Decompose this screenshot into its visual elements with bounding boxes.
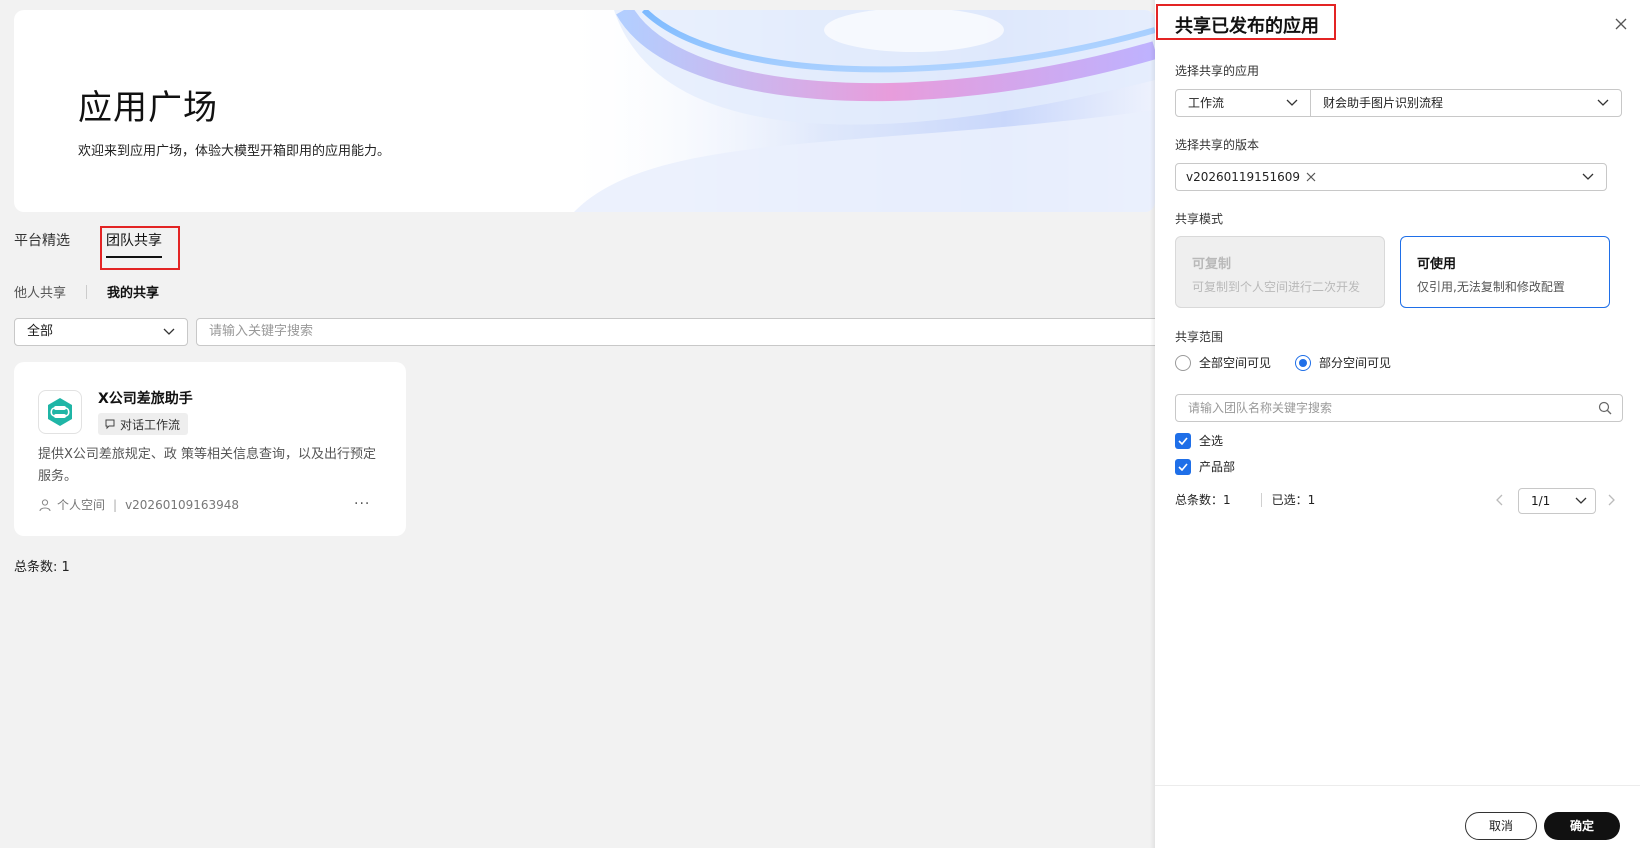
search-input[interactable]: 请输入关键字搜索 <box>196 318 1166 346</box>
app-version: v20260109163948 <box>125 497 240 512</box>
user-icon <box>39 498 51 511</box>
chevron-right-icon[interactable] <box>1606 494 1616 506</box>
app-type-select[interactable]: 工作流 <box>1175 89 1311 117</box>
radio-circle-checked <box>1295 354 1312 371</box>
search-icon[interactable] <box>1598 401 1612 415</box>
tab-platform-picks[interactable]: 平台精选 <box>14 230 70 258</box>
app-name: X公司差旅助手 <box>98 391 193 407</box>
mode-usable-title: 可使用 <box>1417 257 1457 272</box>
team-label-product: 产品部 <box>1199 460 1236 474</box>
sub-tabs: 他人共享 我的共享 <box>14 282 159 301</box>
chevron-down-icon <box>1286 99 1298 106</box>
more-options-button[interactable]: ... <box>354 492 370 508</box>
remove-chip-icon[interactable] <box>1306 172 1316 182</box>
mode-usable-option[interactable]: 可使用 仅引用,无法复制和修改配置 <box>1400 236 1610 308</box>
share-scope-label: 共享范围 <box>1175 330 1224 344</box>
radio-circle <box>1175 354 1191 371</box>
workflow-logo-icon <box>48 398 72 426</box>
version-chip: v20260119151609 <box>1186 164 1316 190</box>
highlight-box-title <box>1156 4 1336 40</box>
total-count-label: 总条数：1 <box>1175 493 1231 507</box>
team-search-placeholder: 请输入团队名称关键字搜索 <box>1188 401 1333 415</box>
selected-count-label: 已选：1 <box>1271 493 1316 507</box>
pagination-summary: 总条数：1 已选：1 <box>1175 491 1315 508</box>
app-square-page: 应用广场 欢迎来到应用广场，体验大模型开箱即用的应用能力。 平台精选 团队共享 … <box>0 0 1166 848</box>
select-all-label: 全选 <box>1199 434 1224 448</box>
cancel-button[interactable]: 取消 <box>1465 812 1537 840</box>
chevron-down-icon <box>163 328 175 335</box>
mode-copyable-option[interactable]: 可复制 可复制到个人空间进行二次开发 <box>1175 236 1385 308</box>
highlight-box-tab <box>100 226 180 270</box>
share-drawer: 共享已发布的应用 选择共享的应用 工作流 财会助手图片识别流程 选择共享的版本 … <box>1155 0 1640 848</box>
scope-partial-label: 部分空间可见 <box>1319 356 1392 370</box>
app-type-value: 工作流 <box>1188 96 1225 110</box>
confirm-button[interactable]: 确定 <box>1544 812 1620 840</box>
check-icon <box>1178 436 1188 445</box>
share-mode-label: 共享模式 <box>1175 212 1224 226</box>
scope-all-label: 全部空间可见 <box>1199 356 1272 370</box>
mode-copyable-title: 可复制 <box>1192 257 1232 272</box>
chevron-down-icon <box>1582 173 1594 180</box>
chevron-left-icon[interactable] <box>1495 494 1505 506</box>
select-all-checkbox[interactable]: 全选 <box>1175 432 1223 449</box>
hero-banner: 应用广场 欢迎来到应用广场，体验大模型开箱即用的应用能力。 <box>14 10 1155 212</box>
subtab-divider <box>86 284 88 299</box>
scope-all-radio[interactable]: 全部空间可见 <box>1175 354 1271 371</box>
page-title: 应用广场 <box>78 88 218 128</box>
app-name-select[interactable]: 财会助手图片识别流程 <box>1310 89 1622 117</box>
page-select-value: 1/1 <box>1531 494 1551 508</box>
footer-divider <box>1155 785 1640 786</box>
checkbox-checked <box>1175 432 1191 449</box>
app-name-value: 财会助手图片识别流程 <box>1323 96 1444 110</box>
chat-icon <box>105 419 115 430</box>
scope-partial-radio[interactable]: 部分空间可见 <box>1295 354 1391 371</box>
page-subtitle: 欢迎来到应用广场，体验大模型开箱即用的应用能力。 <box>78 144 391 159</box>
app-select-label: 选择共享的应用 <box>1175 64 1260 78</box>
mode-copyable-desc: 可复制到个人空间进行二次开发 <box>1192 280 1361 294</box>
check-icon <box>1178 462 1188 471</box>
version-select[interactable]: v20260119151609 <box>1175 163 1607 191</box>
chevron-down-icon <box>1575 497 1587 504</box>
meta-divider: | <box>113 497 118 512</box>
version-chip-label: v20260119151609 <box>1186 170 1300 184</box>
subtab-my-share[interactable]: 我的共享 <box>107 282 159 301</box>
team-checkbox-product[interactable]: 产品部 <box>1175 458 1235 475</box>
pagination-divider <box>1260 492 1262 507</box>
scope-radio-group: 全部空间可见 部分空间可见 <box>1175 354 1415 371</box>
category-select-value: 全部 <box>27 324 54 339</box>
mode-usable-desc: 仅引用,无法复制和修改配置 <box>1417 280 1565 294</box>
checkbox-checked <box>1175 458 1191 475</box>
chevron-down-icon <box>1597 99 1609 106</box>
version-select-label: 选择共享的版本 <box>1175 138 1260 152</box>
page-select[interactable]: 1/1 <box>1518 488 1596 514</box>
app-meta: 个人空间 | v20260109163948 <box>38 496 239 513</box>
total-count: 总条数: 1 <box>14 560 70 575</box>
app-space: 个人空间 <box>57 498 106 512</box>
app-type-tag: 对话工作流 <box>98 413 189 435</box>
app-logo <box>38 390 82 434</box>
close-icon[interactable] <box>1615 18 1627 30</box>
category-select[interactable]: 全部 <box>14 318 188 346</box>
subtab-others-share[interactable]: 他人共享 <box>14 282 66 301</box>
team-search-input[interactable]: 请输入团队名称关键字搜索 <box>1175 394 1623 422</box>
app-card[interactable]: X公司差旅助手 对话工作流 提供X公司差旅规定、政 策等相关信息查询，以及出行预… <box>14 362 406 536</box>
app-description: 提供X公司差旅规定、政 策等相关信息查询，以及出行预定服务。 <box>38 447 377 484</box>
app-type-label: 对话工作流 <box>120 417 181 432</box>
